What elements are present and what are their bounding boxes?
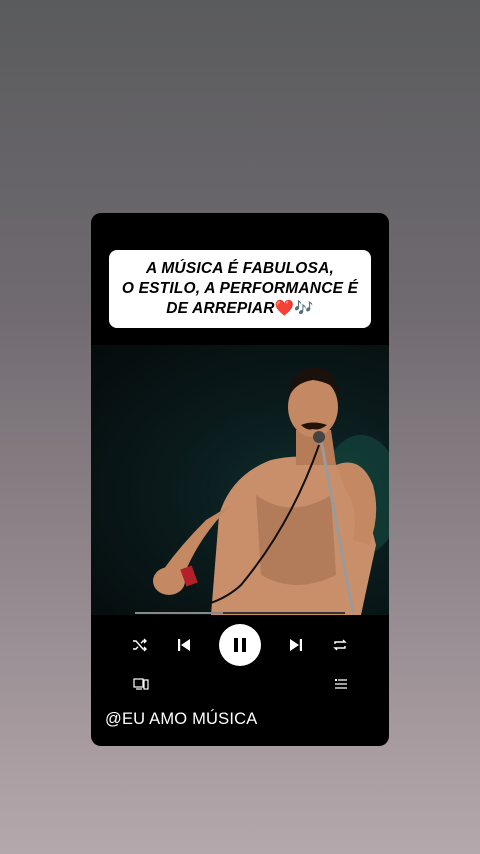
channel-handle: @EU AMO MÚSICA — [105, 710, 258, 728]
pause-icon — [234, 638, 246, 652]
singer-image — [150, 367, 389, 615]
album-photo — [91, 345, 389, 615]
devices-icon[interactable] — [133, 677, 149, 691]
caption-bubble: A MÚSICA É FABULOSA, O ESTILO, A PERFORM… — [109, 250, 371, 328]
caption-line-2: O ESTILO, A PERFORMANCE É — [121, 280, 359, 297]
music-notes-emoji: 🎶 — [294, 300, 314, 317]
caption-line-3-text: DE ARREPIAR — [166, 300, 275, 317]
music-player-card: A MÚSICA É FABULOSA, O ESTILO, A PERFORM… — [91, 213, 389, 746]
heart-emoji: ❤️ — [274, 300, 295, 317]
pause-button[interactable] — [219, 624, 261, 666]
caption-line-1: A MÚSICA É FABULOSA, — [146, 260, 334, 277]
queue-icon[interactable] — [334, 677, 350, 691]
progress-bar[interactable] — [135, 612, 345, 614]
repeat-icon[interactable] — [329, 635, 351, 655]
caption-line-3: DE ARREPIAR❤️🎶 — [122, 299, 358, 319]
previous-icon[interactable] — [173, 635, 195, 655]
progress-fill — [135, 612, 224, 614]
next-icon[interactable] — [285, 635, 307, 655]
playback-controls — [91, 623, 389, 668]
shuffle-icon[interactable] — [129, 635, 151, 655]
